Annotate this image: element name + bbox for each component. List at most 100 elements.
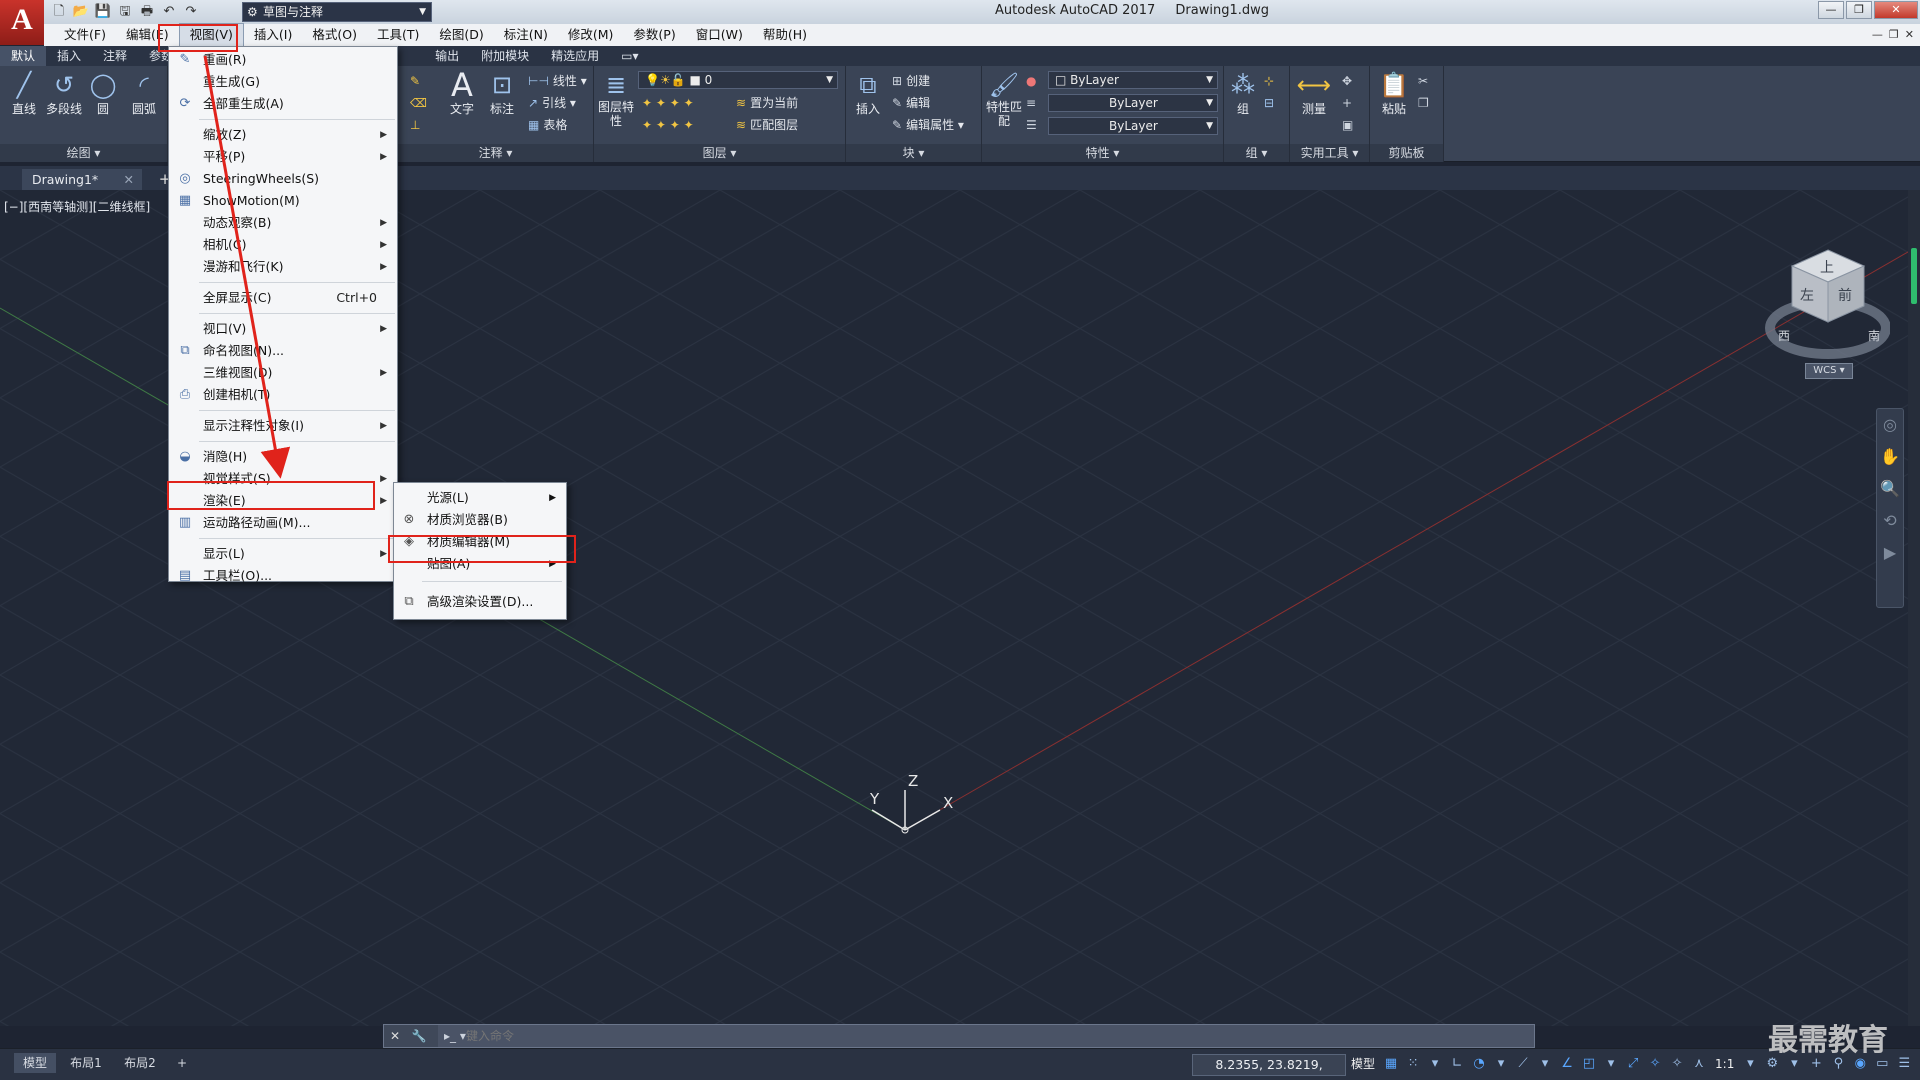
layout-tab-2[interactable]: 布局2 bbox=[118, 1053, 162, 1073]
grid-icon[interactable]: ▦ bbox=[1382, 1053, 1400, 1075]
group-edit-icon[interactable]: ⊟ bbox=[1264, 94, 1278, 112]
menu-help[interactable]: 帮助(H) bbox=[753, 24, 817, 46]
command-input[interactable] bbox=[466, 1027, 1516, 1045]
view-menu-item-6[interactable]: ◎ SteeringWheels(S) bbox=[169, 168, 397, 190]
object-snap-icon[interactable]: ◰ bbox=[1580, 1053, 1598, 1075]
showmotion-icon[interactable]: ▶ bbox=[1877, 537, 1903, 569]
menu-parametric[interactable]: 参数(P) bbox=[623, 24, 685, 46]
point-icon[interactable]: + bbox=[1342, 94, 1356, 112]
auto-scale-icon[interactable]: ✧ bbox=[1668, 1053, 1686, 1075]
close-tab-icon[interactable]: ✕ bbox=[124, 169, 134, 190]
chevron-down-icon[interactable]: ▾ bbox=[1426, 1053, 1444, 1075]
line-tool[interactable]: ╱ 直线 bbox=[6, 70, 42, 117]
utilities-panel-title[interactable]: 实用工具 ▾ bbox=[1290, 144, 1369, 162]
tab-annotate[interactable]: 注释 bbox=[92, 46, 138, 66]
edit-block-button[interactable]: ✎ 编辑 bbox=[892, 94, 930, 112]
render-submenu-item-0[interactable]: 光源(L) ▶ bbox=[394, 487, 566, 509]
view-menu-item-24[interactable]: ▥ 运动路径动画(M)... bbox=[169, 512, 397, 534]
add-layout-button[interactable]: + bbox=[172, 1053, 192, 1073]
minimize-button[interactable]: — bbox=[1818, 1, 1844, 19]
color-dropdown[interactable]: □ ByLayer ▼ bbox=[1048, 71, 1218, 89]
render-submenu-item-5[interactable]: ⧉ 高级渲染设置(D)... bbox=[394, 591, 566, 613]
view-menu-item-4[interactable]: 缩放(Z) ▶ bbox=[169, 124, 397, 146]
chevron-down-icon[interactable]: ▾ bbox=[1536, 1053, 1554, 1075]
menu-draw[interactable]: 绘图(D) bbox=[429, 24, 493, 46]
lineweight-dropdown[interactable]: ByLayer ▼ bbox=[1048, 117, 1218, 135]
command-line-buttons[interactable]: ✕ 🔧 bbox=[384, 1025, 438, 1047]
menu-edit[interactable]: 编辑(E) bbox=[116, 24, 179, 46]
customize-menu-icon[interactable]: ☰ bbox=[1895, 1053, 1913, 1075]
doc-restore-icon[interactable]: ❐ bbox=[1889, 24, 1899, 46]
save-icon[interactable]: 💾 bbox=[94, 3, 112, 21]
doc-minimize-icon[interactable]: — bbox=[1872, 24, 1883, 46]
object-snap-tracking-icon[interactable]: ∠ bbox=[1558, 1053, 1576, 1075]
undo-icon[interactable]: ↶ bbox=[160, 3, 178, 21]
tab-default[interactable]: 默认 bbox=[0, 46, 47, 66]
layer-properties-tool[interactable]: ≣ 图层特性 bbox=[598, 70, 634, 128]
edit-attributes-button[interactable]: ✎ 编辑属性 ▾ bbox=[892, 116, 964, 134]
calculator-icon[interactable]: ▣ bbox=[1342, 116, 1357, 134]
render-submenu-item-1[interactable]: ⊗ 材质浏览器(B) bbox=[394, 509, 566, 531]
polyline-tool[interactable]: ↺ 多段线 bbox=[44, 70, 84, 117]
linetype-icon[interactable]: ≡ bbox=[1026, 94, 1040, 112]
menu-tools[interactable]: 工具(T) bbox=[367, 24, 429, 46]
copy-icon[interactable]: ❐ bbox=[1418, 94, 1433, 112]
chevron-down-icon[interactable]: ▾ bbox=[1602, 1053, 1620, 1075]
layout-tab-model[interactable]: 模型 bbox=[14, 1053, 56, 1073]
annotation-scale-value[interactable]: 1:1 bbox=[1712, 1053, 1737, 1075]
snap-icon[interactable]: ⁙ bbox=[1404, 1053, 1422, 1075]
tab-output[interactable]: 输出 bbox=[424, 46, 470, 66]
zoom-icon[interactable]: 🔍 bbox=[1877, 473, 1903, 505]
group-panel-title[interactable]: 组 ▾ bbox=[1224, 144, 1289, 162]
document-tab[interactable]: Drawing1* ✕ bbox=[22, 169, 142, 190]
steering-wheel-icon[interactable]: ◎ bbox=[1877, 409, 1903, 441]
paste-tool[interactable]: 📋 粘贴 bbox=[1376, 70, 1412, 117]
tab-addins[interactable]: 附加模块 bbox=[470, 46, 540, 66]
view-menu-item-17[interactable]: ⎙ 创建相机(T) bbox=[169, 384, 397, 406]
ungroup-icon[interactable]: ⊹ bbox=[1264, 72, 1278, 90]
dynamic-ucs-icon[interactable]: ⤢ bbox=[1624, 1053, 1642, 1075]
view-menu-item-9[interactable]: 相机(C) ▶ bbox=[169, 234, 397, 256]
annotation-panel-title[interactable]: 注释 ▾ bbox=[398, 144, 593, 162]
quick-select-icon[interactable]: ✥ bbox=[1342, 72, 1356, 90]
create-block-button[interactable]: ⊞ 创建 bbox=[892, 72, 930, 90]
view-menu-item-0[interactable]: ✎ 重画(R) bbox=[169, 49, 397, 71]
view-menu-item-7[interactable]: ▦ ShowMotion(M) bbox=[169, 190, 397, 212]
close-button[interactable]: ✕ bbox=[1874, 1, 1918, 19]
chevron-down-icon[interactable]: ▾ bbox=[1492, 1053, 1510, 1075]
annotation-pen-icon[interactable]: ✎ bbox=[410, 72, 424, 90]
orbit-icon[interactable]: ⟲ bbox=[1877, 505, 1903, 537]
view-menu-item-10[interactable]: 漫游和飞行(K) ▶ bbox=[169, 256, 397, 278]
viewcube[interactable]: 上 左 前 西 南 bbox=[1760, 230, 1890, 370]
layers-panel-title[interactable]: 图层 ▾ bbox=[594, 144, 845, 162]
scrollbar-thumb[interactable] bbox=[1911, 248, 1917, 304]
layout-tab-1[interactable]: 布局1 bbox=[64, 1053, 108, 1073]
view-menu-item-5[interactable]: 平移(P) ▶ bbox=[169, 146, 397, 168]
menu-view[interactable]: 视图(V) bbox=[178, 23, 244, 47]
clipboard-panel-title[interactable]: 剪贴板 bbox=[1370, 144, 1443, 162]
new-file-icon[interactable]: 🗋 bbox=[50, 3, 68, 21]
layer-tools-row2[interactable]: ✦ ✦ ✦ ✦ bbox=[642, 116, 698, 134]
view-menu-item-12[interactable]: 全屏显示(C) Ctrl+0 bbox=[169, 287, 397, 309]
view-menu-item-21[interactable]: ◒ 消隐(H) bbox=[169, 446, 397, 468]
view-menu-item-19[interactable]: 显示注释性对象(I) ▶ bbox=[169, 415, 397, 437]
ribbon-options-icon[interactable]: ▭▾ bbox=[610, 46, 649, 66]
annotation-visibility-icon[interactable]: ✧ bbox=[1646, 1053, 1664, 1075]
annotation-erase-icon[interactable]: ⌫ bbox=[410, 94, 431, 112]
view-menu-item-26[interactable]: 显示(L) ▶ bbox=[169, 543, 397, 565]
properties-panel-title[interactable]: 特性 ▾ bbox=[982, 144, 1223, 162]
isodraft-icon[interactable]: ⟋ bbox=[1514, 1053, 1532, 1075]
view-menu-item-2[interactable]: ⟳ 全部重生成(A) bbox=[169, 93, 397, 115]
view-menu-item-27[interactable]: ▤ 工具栏(O)... bbox=[169, 565, 397, 587]
circle-tool[interactable]: ◯ 圆 bbox=[88, 70, 118, 117]
chevron-down-icon[interactable]: ▾ bbox=[1741, 1053, 1759, 1075]
arc-tool[interactable]: ◜ 圆弧 bbox=[126, 70, 162, 117]
model-space-button[interactable]: 模型 bbox=[1348, 1053, 1378, 1075]
tab-featured-apps[interactable]: 精选应用 bbox=[540, 46, 610, 66]
view-menu-item-23[interactable]: 渲染(E) ▶ bbox=[169, 490, 397, 512]
leader-button[interactable]: ↗ 引线 ▾ bbox=[528, 94, 576, 112]
color-wheel-icon[interactable]: ● bbox=[1026, 72, 1040, 90]
table-button[interactable]: ▦ 表格 bbox=[528, 116, 567, 134]
linetype-dropdown[interactable]: ByLayer ▼ bbox=[1048, 94, 1218, 112]
set-current-layer-button[interactable]: ≋ 置为当前 bbox=[736, 94, 798, 112]
